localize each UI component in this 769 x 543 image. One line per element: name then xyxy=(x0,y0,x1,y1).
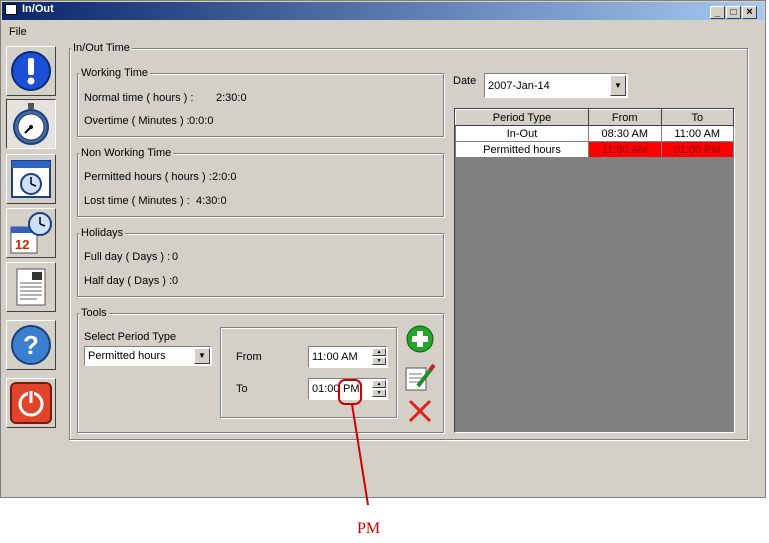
period-type-label: Select Period Type xyxy=(84,331,177,343)
non-working-time-title: Non Working Time xyxy=(79,147,174,159)
close-button[interactable]: × xyxy=(742,6,757,19)
to-label: To xyxy=(236,383,248,395)
svg-text:?: ? xyxy=(23,330,39,360)
working-time-title: Working Time xyxy=(79,67,151,79)
sidebar-item-calendar[interactable]: 12 xyxy=(6,208,56,258)
delete-icon xyxy=(408,399,432,423)
period-type-select[interactable]: Permitted hours ▼ xyxy=(84,346,212,366)
menu-file[interactable]: File xyxy=(9,26,27,38)
normal-time-label: Normal time ( hours ) : xyxy=(84,92,194,104)
sidebar-item-report[interactable] xyxy=(6,262,56,312)
lost-time-label: Lost time ( Minutes ) : xyxy=(84,195,190,207)
svg-text:12: 12 xyxy=(15,237,29,252)
half-day-value: 0 xyxy=(172,275,179,287)
table-row[interactable]: Permitted hours 11:00 AM 01:00 PM xyxy=(454,141,734,158)
tools-title: Tools xyxy=(79,307,109,319)
holidays-title: Holidays xyxy=(79,227,126,239)
sidebar-item-help[interactable]: ? xyxy=(6,320,56,370)
date-picker[interactable]: 2007-Jan-14 ▼ xyxy=(484,73,628,98)
help-icon: ? xyxy=(11,325,51,365)
chevron-down-icon[interactable]: ▼ xyxy=(194,348,210,364)
non-working-time-group xyxy=(77,153,444,217)
add-period-button[interactable] xyxy=(406,325,434,353)
period-grid: Period Type From To In-Out 08:30 AM 11:0… xyxy=(454,108,735,433)
grid-cell-from[interactable]: 08:30 AM xyxy=(588,125,662,142)
report-icon xyxy=(16,268,46,306)
permitted-hours-value: 2:0:0 xyxy=(212,171,237,183)
grid-header-to[interactable]: To xyxy=(660,109,734,126)
grid-cell-type[interactable]: In-Out xyxy=(454,125,590,142)
grid-header-from[interactable]: From xyxy=(588,109,662,126)
delete-period-button[interactable] xyxy=(407,398,433,424)
annotation-highlight-box xyxy=(338,379,362,405)
stopwatch-icon xyxy=(13,103,49,145)
grid-header-period-type[interactable]: Period Type xyxy=(454,109,590,126)
power-icon xyxy=(10,382,52,424)
edit-icon xyxy=(405,363,436,391)
grid-cell-type[interactable]: Permitted hours xyxy=(454,141,590,158)
from-spin-down-icon[interactable]: ▼ xyxy=(372,357,386,365)
from-time-input[interactable]: 11:00 AM ▲ ▼ xyxy=(308,346,388,368)
grid-cell-from[interactable]: 11:00 AM xyxy=(588,141,662,158)
sidebar-item-alert[interactable] xyxy=(6,46,56,96)
grid-header-row: Period Type From To xyxy=(454,109,734,126)
full-day-value: 0 xyxy=(172,251,179,263)
lost-time-value: 4:30:0 xyxy=(196,195,227,207)
period-type-value: Permitted hours xyxy=(88,350,166,362)
alert-icon xyxy=(11,51,51,91)
from-time-value: 11:00 AM xyxy=(312,351,358,363)
normal-time-value: 2:30:0 xyxy=(216,92,247,104)
from-spin-up-icon[interactable]: ▲ xyxy=(372,348,386,356)
date-value: 2007-Jan-14 xyxy=(488,80,550,92)
annotation-pointer-line xyxy=(351,403,369,506)
calendar-clock-icon: 12 xyxy=(10,212,52,254)
add-icon xyxy=(406,325,434,353)
overtime-value: 0:0:0 xyxy=(189,115,214,127)
title-bar xyxy=(2,2,764,20)
table-row[interactable]: In-Out 08:30 AM 11:00 AM xyxy=(454,125,734,142)
chevron-down-icon[interactable]: ▼ xyxy=(610,75,626,96)
window-title: In/Out xyxy=(22,3,54,15)
minimize-button[interactable]: _ xyxy=(710,6,725,19)
date-label: Date xyxy=(453,75,477,87)
permitted-hours-label: Permitted hours ( hours ) : xyxy=(84,171,212,183)
maximize-button[interactable]: □ xyxy=(726,6,741,19)
sidebar-item-stopwatch[interactable] xyxy=(6,99,56,149)
half-day-label: Half day ( Days ) : xyxy=(84,275,173,287)
grid-cell-to[interactable]: 01:00 PM xyxy=(660,141,734,158)
edit-period-button[interactable] xyxy=(404,362,436,392)
full-day-label: Full day ( Days ) : xyxy=(84,251,171,263)
sidebar-item-clock-window[interactable] xyxy=(6,154,56,204)
grid-cell-to[interactable]: 11:00 AM xyxy=(660,125,734,142)
working-time-group xyxy=(77,73,444,137)
sidebar-item-exit[interactable] xyxy=(6,378,56,428)
annotation-label: PM xyxy=(357,520,381,537)
holidays-group xyxy=(77,233,444,297)
annotation-callout xyxy=(338,379,369,506)
inout-time-title: In/Out Time xyxy=(71,42,132,54)
from-label: From xyxy=(236,351,262,363)
app-icon xyxy=(5,4,17,15)
overtime-label: Overtime ( Minutes ) : xyxy=(84,115,190,127)
clock-window-icon xyxy=(11,160,51,198)
